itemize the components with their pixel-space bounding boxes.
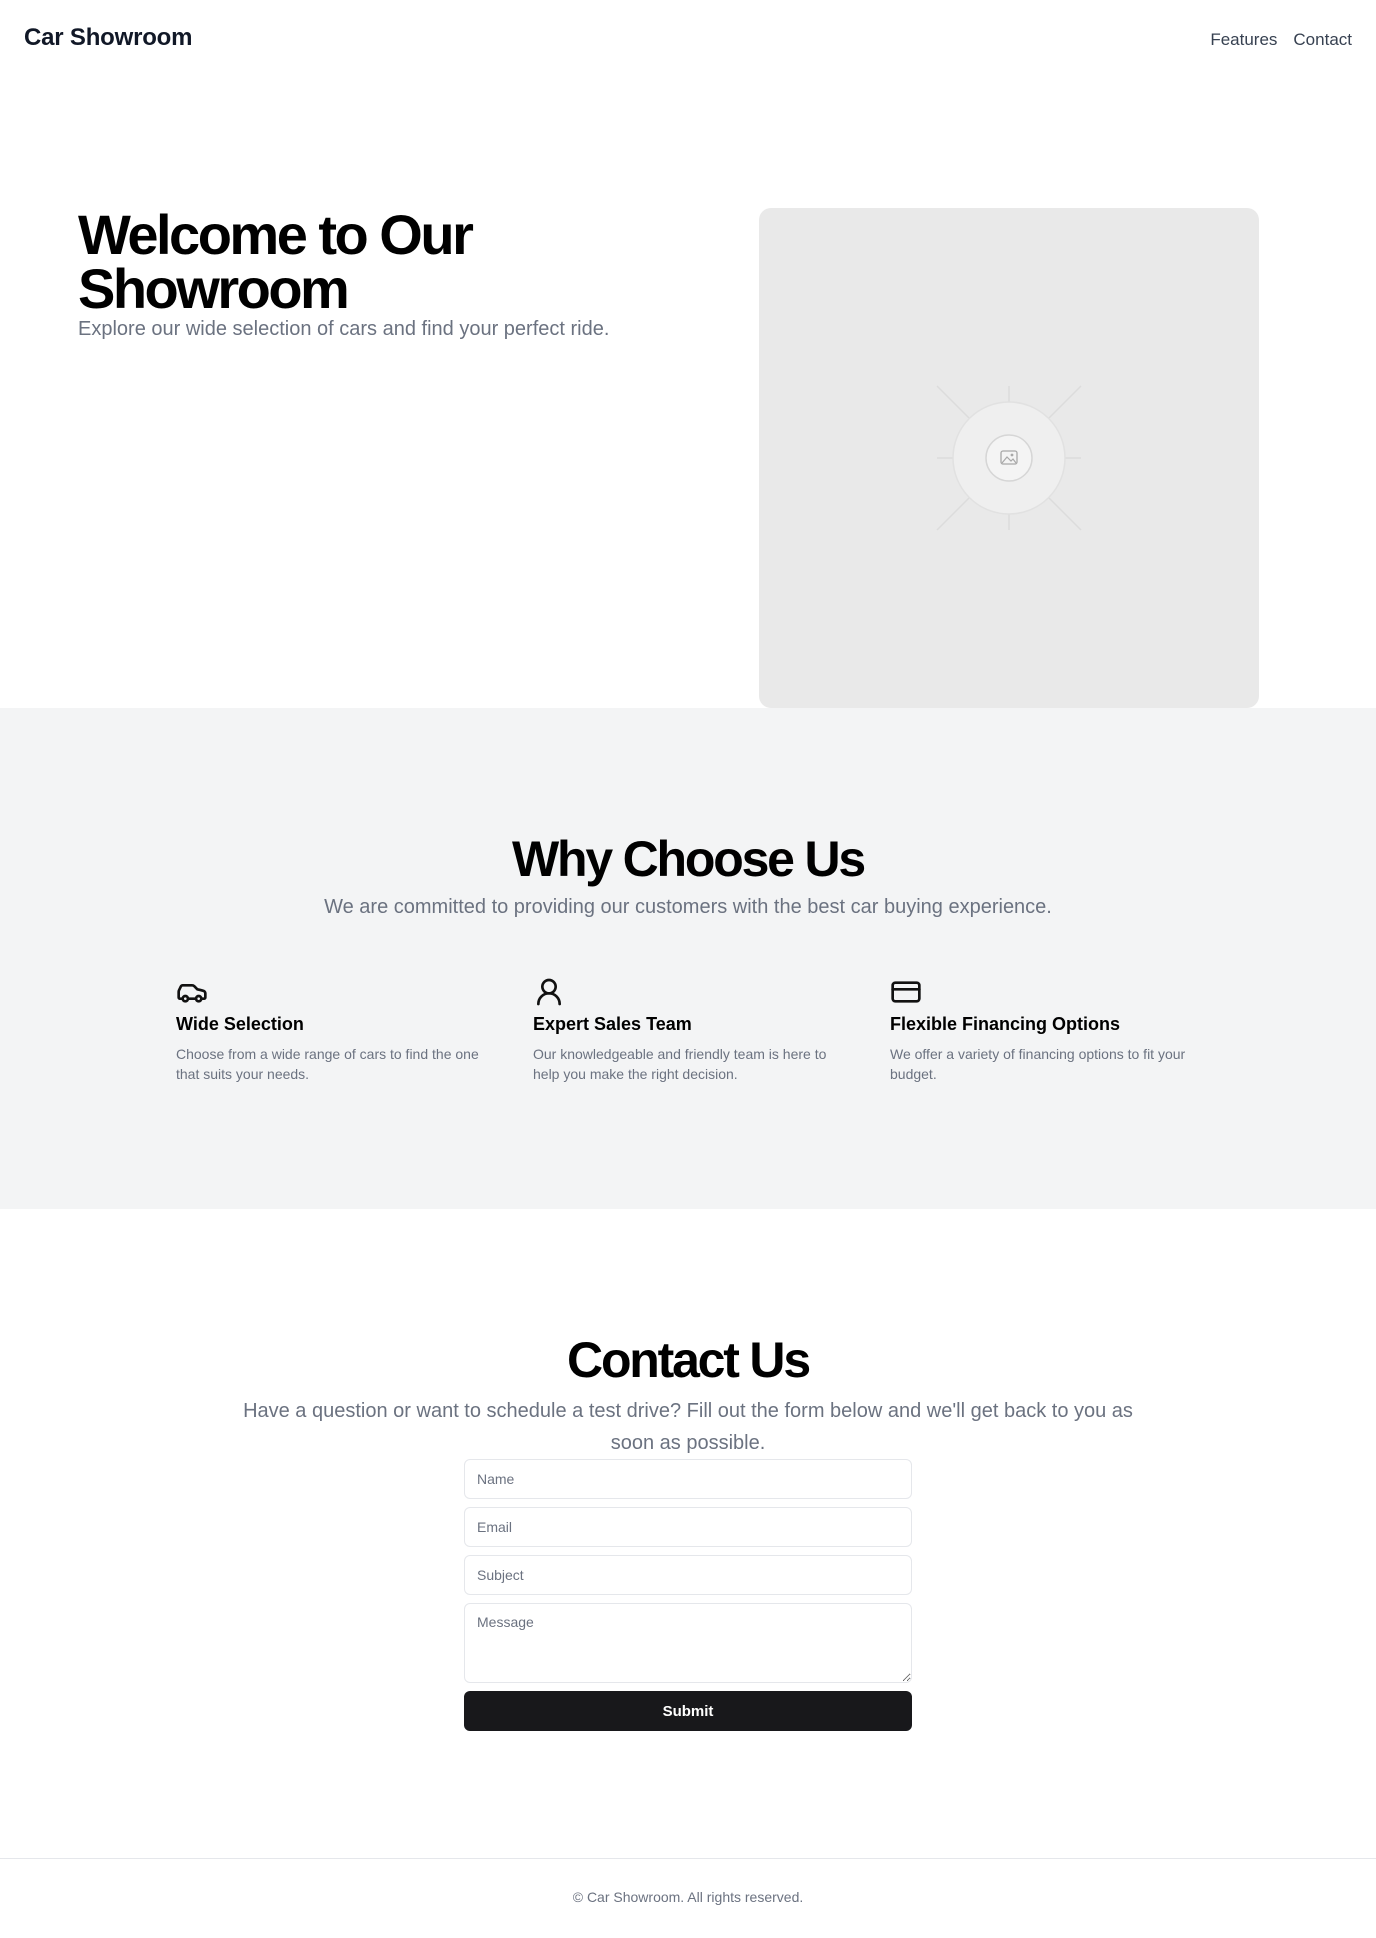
- hero-image-placeholder: [759, 208, 1259, 708]
- hero-title: Welcome to Our Showroom: [78, 203, 474, 320]
- image-placeholder-icon: [936, 385, 1082, 531]
- contact-section: Contact Us Have a question or want to sc…: [0, 1209, 1376, 1858]
- site-footer: © Car Showroom. All rights reserved.: [0, 1858, 1376, 1938]
- contact-subtitle: Have a question or want to schedule a te…: [243, 1400, 1133, 1454]
- nav-link-features[interactable]: Features: [1210, 30, 1277, 50]
- feature-card-sales-team: Expert Sales Team Our knowledgeable and …: [533, 976, 843, 1084]
- contact-title: Contact Us: [567, 1332, 811, 1388]
- feature-card-selection: Wide Selection Choose from a wide range …: [176, 976, 486, 1084]
- features-section: Why Choose Us We are committed to provid…: [0, 708, 1376, 1209]
- site-header: Car Showroom Features Contact: [0, 0, 1376, 80]
- main-nav: Features Contact: [1210, 30, 1352, 50]
- feature-title: Flexible Financing Options: [890, 1014, 1121, 1034]
- feature-title: Expert Sales Team: [533, 1014, 692, 1034]
- email-input[interactable]: [464, 1507, 912, 1547]
- feature-title: Wide Selection: [176, 1014, 304, 1034]
- car-icon: [177, 984, 207, 1003]
- credit-card-icon: [891, 981, 921, 1003]
- hero-section: Welcome to Our Showroom Explore our wide…: [0, 80, 1376, 708]
- user-icon: [537, 978, 561, 1006]
- name-input[interactable]: [464, 1459, 912, 1499]
- message-textarea[interactable]: [464, 1603, 912, 1683]
- feature-description: We offer a variety of financing options …: [890, 1046, 1186, 1082]
- feature-description: Our knowledgeable and friendly team is h…: [533, 1046, 827, 1082]
- features-subtitle: We are committed to providing our custom…: [324, 896, 1052, 918]
- brand-logo[interactable]: Car Showroom: [24, 24, 192, 52]
- feature-description: Choose from a wide range of cars to find…: [176, 1046, 479, 1082]
- nav-link-contact[interactable]: Contact: [1293, 30, 1352, 50]
- footer-copyright: © Car Showroom. All rights reserved.: [572, 1889, 804, 1905]
- feature-card-financing: Flexible Financing Options We offer a va…: [890, 976, 1200, 1084]
- submit-button[interactable]: Submit: [464, 1691, 912, 1731]
- features-title: Why Choose Us: [512, 831, 866, 887]
- subject-input[interactable]: [464, 1555, 912, 1595]
- contact-form: Submit: [464, 1459, 912, 1731]
- hero-subtitle: Explore our wide selection of cars and f…: [78, 318, 610, 340]
